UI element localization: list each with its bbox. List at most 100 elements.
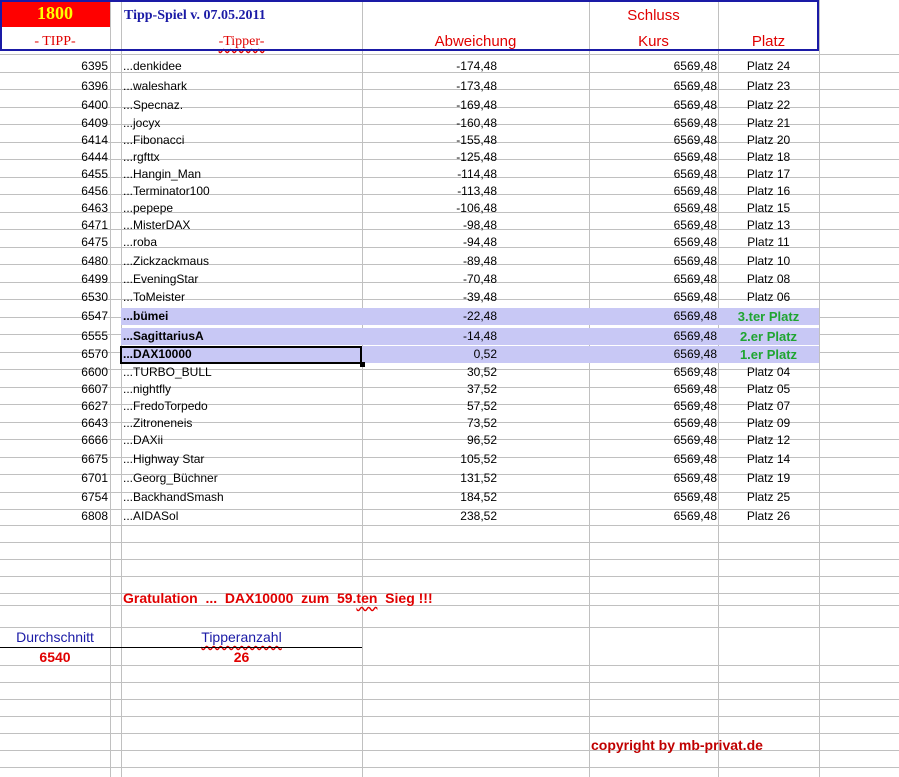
tipper-count-label[interactable]: Tipperanzahl bbox=[121, 629, 362, 645]
tipp-cell[interactable]: 6463 bbox=[0, 200, 108, 217]
tipper-name-cell[interactable]: ...Fibonacci bbox=[123, 132, 361, 149]
tipper-name-cell[interactable]: ...bümei bbox=[123, 308, 361, 325]
platz-cell[interactable]: Platz 21 bbox=[718, 115, 819, 132]
tipper-name-cell[interactable]: ...jocyx bbox=[123, 115, 361, 132]
abweichung-cell[interactable]: -94,48 bbox=[362, 234, 497, 251]
tipper-name-cell[interactable]: ...Specnaz. bbox=[123, 97, 361, 114]
tipper-name-cell[interactable]: ...rgfttx bbox=[123, 149, 361, 166]
tipp-cell[interactable]: 6754 bbox=[0, 489, 108, 506]
kurs-cell[interactable]: 6569,48 bbox=[589, 78, 717, 95]
kurs-cell[interactable]: 6569,48 bbox=[589, 489, 717, 506]
average-label[interactable]: Durchschnitt bbox=[0, 629, 110, 645]
kurs-cell[interactable]: 6569,48 bbox=[589, 289, 717, 306]
kurs-cell[interactable]: 6569,48 bbox=[589, 432, 717, 449]
kurs-cell[interactable]: 6569,48 bbox=[589, 200, 717, 217]
kurs-cell[interactable]: 6569,48 bbox=[589, 381, 717, 398]
tipper-name-cell[interactable]: ...ToMeister bbox=[123, 289, 361, 306]
abweichung-cell[interactable]: -14,48 bbox=[362, 328, 497, 345]
abweichung-cell[interactable]: -39,48 bbox=[362, 289, 497, 306]
platz-cell[interactable]: Platz 06 bbox=[718, 289, 819, 306]
copyright-text[interactable]: copyright by mb-privat.de bbox=[591, 735, 763, 755]
platz-cell[interactable]: Platz 20 bbox=[718, 132, 819, 149]
abweichung-cell[interactable]: -174,48 bbox=[362, 58, 497, 75]
kurs-cell[interactable]: 6569,48 bbox=[589, 217, 717, 234]
tipp-cell[interactable]: 6555 bbox=[0, 328, 108, 345]
average-value[interactable]: 6540 bbox=[0, 649, 110, 665]
tipp-cell[interactable]: 6480 bbox=[0, 253, 108, 270]
platz-cell[interactable]: 3.ter Platz bbox=[718, 308, 819, 325]
tipp-cell[interactable]: 6414 bbox=[0, 132, 108, 149]
kurs-cell[interactable]: 6569,48 bbox=[589, 149, 717, 166]
abweichung-cell[interactable]: 0,52 bbox=[362, 346, 497, 363]
platz-cell[interactable]: Platz 15 bbox=[718, 200, 819, 217]
platz-cell[interactable]: Platz 04 bbox=[718, 364, 819, 381]
kurs-cell[interactable]: 6569,48 bbox=[589, 415, 717, 432]
kurs-cell[interactable]: 6569,48 bbox=[589, 58, 717, 75]
platz-cell[interactable]: 2.er Platz bbox=[718, 328, 819, 345]
platz-cell[interactable]: Platz 11 bbox=[718, 234, 819, 251]
abweichung-cell[interactable]: -160,48 bbox=[362, 115, 497, 132]
tipper-name-cell[interactable]: ...SagittariusA bbox=[123, 328, 361, 345]
abweichung-cell[interactable]: -89,48 bbox=[362, 253, 497, 270]
tipper-name-cell[interactable]: ...pepepe bbox=[123, 200, 361, 217]
abweichung-cell[interactable]: 37,52 bbox=[362, 381, 497, 398]
abweichung-cell[interactable]: -173,48 bbox=[362, 78, 497, 95]
tipp-cell[interactable]: 6396 bbox=[0, 78, 108, 95]
tipper-name-cell[interactable]: ...MisterDAX bbox=[123, 217, 361, 234]
abweichung-cell[interactable]: 238,52 bbox=[362, 508, 497, 525]
kurs-cell[interactable]: 6569,48 bbox=[589, 470, 717, 487]
tipp-cell[interactable]: 6675 bbox=[0, 451, 108, 468]
kurs-cell[interactable]: 6569,48 bbox=[589, 166, 717, 183]
tipper-name-cell[interactable]: ...EveningStar bbox=[123, 271, 361, 288]
tipper-name-cell[interactable]: ...DAXii bbox=[123, 432, 361, 449]
tipper-name-cell[interactable]: ...BackhandSmash bbox=[123, 489, 361, 506]
tipper-name-cell[interactable]: ...roba bbox=[123, 234, 361, 251]
platz-cell[interactable]: Platz 16 bbox=[718, 183, 819, 200]
kurs-cell[interactable]: 6569,48 bbox=[589, 328, 717, 345]
tipp-cell[interactable]: 6570 bbox=[0, 346, 108, 363]
tipp-cell[interactable]: 6547 bbox=[0, 308, 108, 325]
kurs-cell[interactable]: 6569,48 bbox=[589, 398, 717, 415]
platz-cell[interactable]: Platz 18 bbox=[718, 149, 819, 166]
tipper-name-cell[interactable]: ...TURBO_BULL bbox=[123, 364, 361, 381]
platz-cell[interactable]: Platz 25 bbox=[718, 489, 819, 506]
tipper-name-cell[interactable]: ...FredoTorpedo bbox=[123, 398, 361, 415]
abweichung-cell[interactable]: 57,52 bbox=[362, 398, 497, 415]
tipper-name-cell[interactable]: ...Highway Star bbox=[123, 451, 361, 468]
abweichung-cell[interactable]: -113,48 bbox=[362, 183, 497, 200]
tipp-cell[interactable]: 6600 bbox=[0, 364, 108, 381]
abweichung-cell[interactable]: 184,52 bbox=[362, 489, 497, 506]
kurs-cell[interactable]: 6569,48 bbox=[589, 364, 717, 381]
tipp-cell[interactable]: 6400 bbox=[0, 97, 108, 114]
tipp-cell[interactable]: 6701 bbox=[0, 470, 108, 487]
tipper-name-cell[interactable]: ...Zitroneneis bbox=[123, 415, 361, 432]
abweichung-cell[interactable]: -70,48 bbox=[362, 271, 497, 288]
tipp-cell[interactable]: 6499 bbox=[0, 271, 108, 288]
tipper-name-cell[interactable]: ...Hangin_Man bbox=[123, 166, 361, 183]
abweichung-cell[interactable]: 105,52 bbox=[362, 451, 497, 468]
kurs-cell[interactable]: 6569,48 bbox=[589, 508, 717, 525]
tipp-cell[interactable]: 6455 bbox=[0, 166, 108, 183]
abweichung-cell[interactable]: -125,48 bbox=[362, 149, 497, 166]
tipp-cell[interactable]: 6475 bbox=[0, 234, 108, 251]
tipper-count-value[interactable]: 26 bbox=[121, 649, 362, 665]
kurs-cell[interactable]: 6569,48 bbox=[589, 132, 717, 149]
abweichung-cell[interactable]: -169,48 bbox=[362, 97, 497, 114]
tipp-cell[interactable]: 6530 bbox=[0, 289, 108, 306]
congratulation-text[interactable]: Gratulation ... DAX10000 zum 59.ten Sieg… bbox=[123, 588, 433, 608]
platz-cell[interactable]: Platz 07 bbox=[718, 398, 819, 415]
tipp-cell[interactable]: 6444 bbox=[0, 149, 108, 166]
abweichung-cell[interactable]: -22,48 bbox=[362, 308, 497, 325]
platz-cell[interactable]: Platz 13 bbox=[718, 217, 819, 234]
platz-cell[interactable]: 1.er Platz bbox=[718, 346, 819, 363]
platz-cell[interactable]: Platz 23 bbox=[718, 78, 819, 95]
tipp-cell[interactable]: 6808 bbox=[0, 508, 108, 525]
abweichung-cell[interactable]: 73,52 bbox=[362, 415, 497, 432]
platz-cell[interactable]: Platz 10 bbox=[718, 253, 819, 270]
platz-cell[interactable]: Platz 19 bbox=[718, 470, 819, 487]
platz-cell[interactable]: Platz 26 bbox=[718, 508, 819, 525]
platz-cell[interactable]: Platz 22 bbox=[718, 97, 819, 114]
abweichung-cell[interactable]: 30,52 bbox=[362, 364, 497, 381]
tipper-name-cell[interactable]: ...Zickzackmaus bbox=[123, 253, 361, 270]
tipp-cell[interactable]: 6395 bbox=[0, 58, 108, 75]
